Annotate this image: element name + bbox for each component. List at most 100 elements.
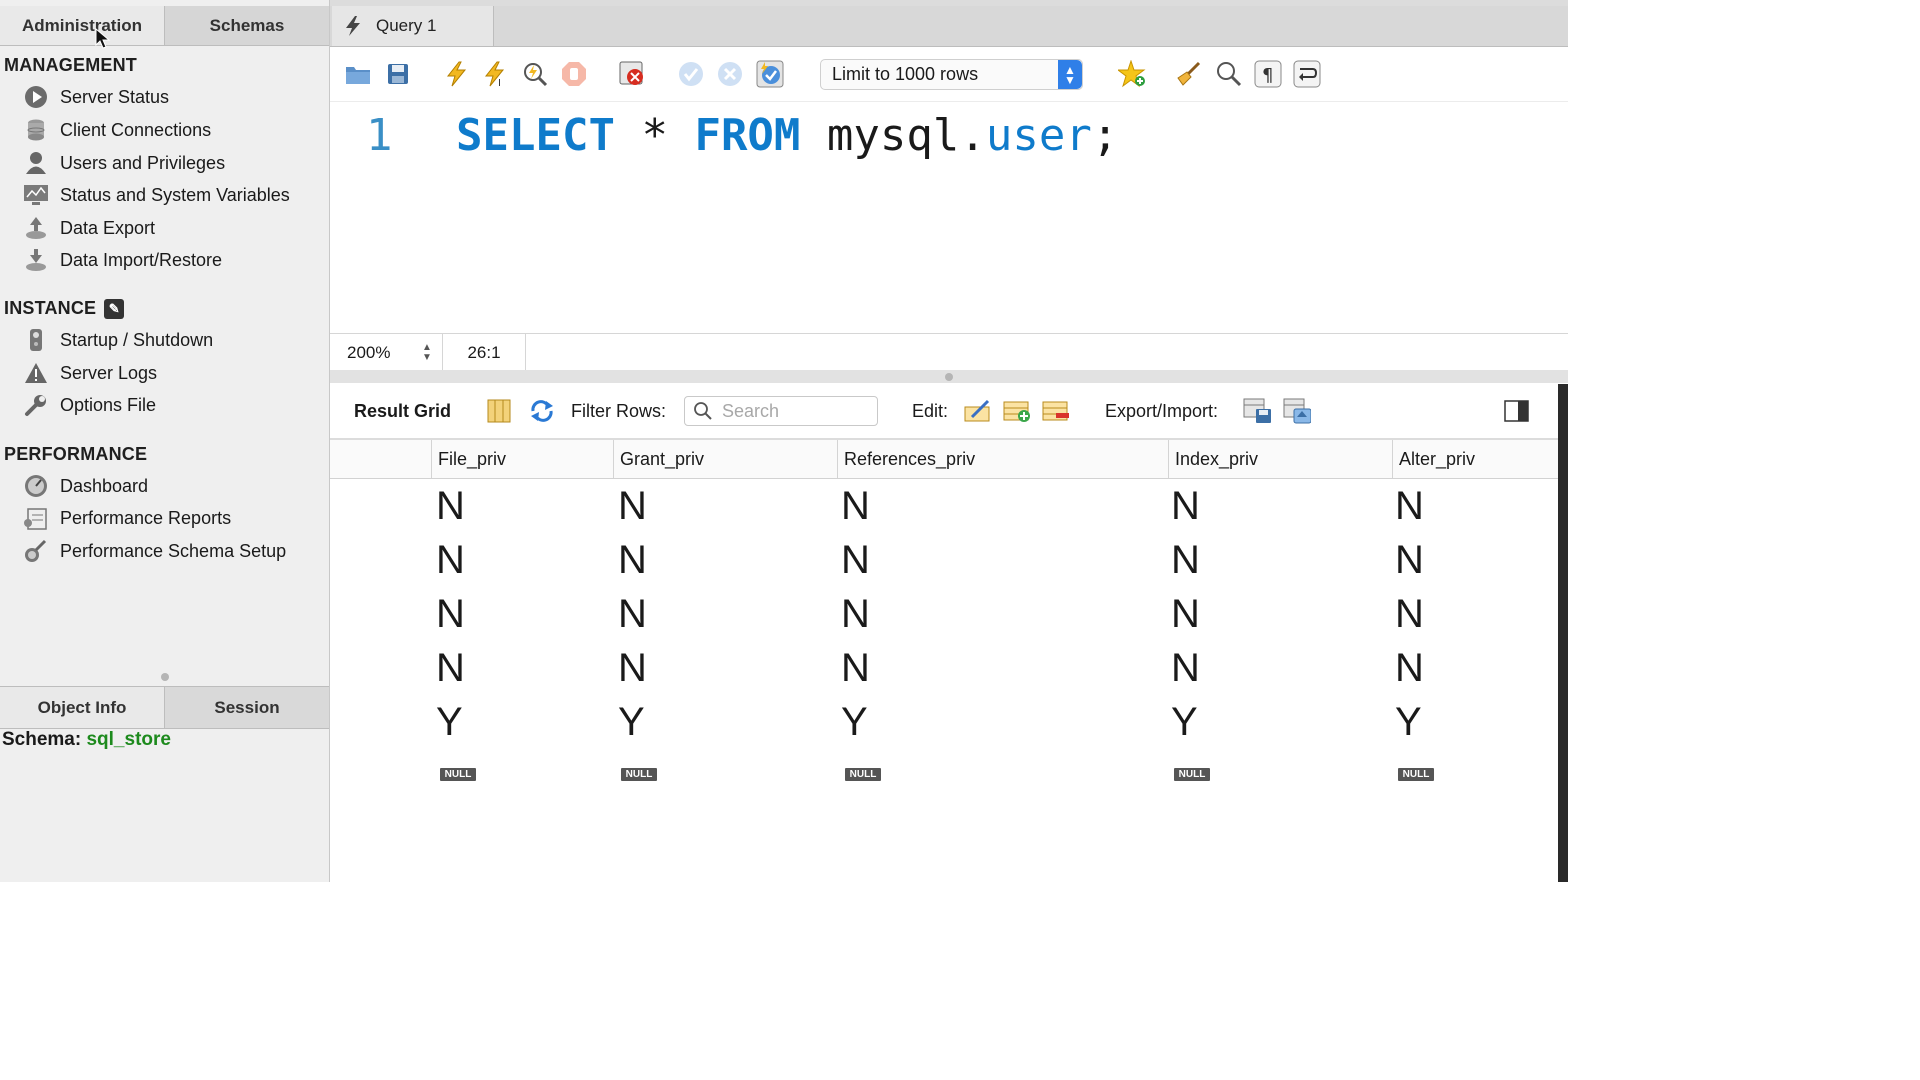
edit-row-icon[interactable] [964, 397, 992, 425]
grid-cell[interactable]: N [436, 538, 465, 583]
up-down-chevron-icon: ▲ ▼ [1058, 60, 1082, 89]
tab-query-1[interactable]: Query 1 [332, 6, 494, 46]
rollback-icon[interactable] [716, 60, 744, 88]
nav-label: Server Status [60, 86, 170, 107]
null-placeholder[interactable]: NULL [1398, 768, 1434, 781]
find-icon[interactable] [1215, 60, 1243, 88]
grid-cell[interactable]: N [436, 646, 465, 691]
zoom-value: 200% [347, 342, 391, 362]
nav-server-status[interactable]: Server Status [22, 82, 169, 112]
nav-label: Options File [60, 394, 157, 415]
nav-users-privileges[interactable]: Users and Privileges [22, 148, 225, 178]
column-header[interactable]: Index_priv [1168, 440, 1392, 478]
result-grid-label[interactable]: Result Grid [354, 401, 451, 422]
grid-cell[interactable]: N [436, 484, 465, 529]
grid-cell[interactable]: N [841, 646, 870, 691]
nav-startup-shutdown[interactable]: Startup / Shutdown [22, 325, 213, 355]
grid-layout-icon[interactable] [485, 397, 513, 425]
sql-code-line[interactable]: SELECT * FROM mysql.user; [456, 110, 1118, 161]
navigator-splitter[interactable] [0, 670, 329, 684]
grid-cell[interactable]: N [1171, 646, 1200, 691]
grid-cell[interactable]: Y [1395, 700, 1422, 745]
sql-editor[interactable]: 1 SELECT * FROM mysql.user; [330, 102, 1568, 332]
nav-options-file[interactable]: Options File [22, 390, 156, 420]
grid-cell[interactable]: N [436, 592, 465, 637]
delete-row-icon[interactable] [1042, 397, 1070, 425]
nav-server-logs[interactable]: Server Logs [22, 358, 157, 388]
limit-rows-select[interactable]: Limit to 1000 rows ▲ ▼ [820, 59, 1083, 90]
invisible-chars-icon[interactable]: ¶ [1254, 60, 1282, 88]
grid-cell[interactable]: N [618, 646, 647, 691]
grid-cell[interactable]: N [618, 538, 647, 583]
grid-cell[interactable]: Y [436, 700, 463, 745]
edit-label: Edit: [912, 401, 949, 421]
grid-cell[interactable]: Y [1171, 700, 1198, 745]
execute-icon[interactable] [442, 60, 470, 88]
execute-current-icon[interactable]: I [481, 60, 509, 88]
splitter-handle[interactable] [945, 372, 953, 381]
nav-data-export[interactable]: Data Export [22, 213, 155, 243]
commit-icon[interactable] [677, 60, 705, 88]
export-icon[interactable] [1243, 397, 1271, 425]
gauge-wrench-icon [22, 538, 50, 564]
tab-administration[interactable]: Administration [0, 6, 165, 45]
refresh-icon[interactable] [528, 397, 556, 425]
tab-session[interactable]: Session [165, 687, 329, 728]
limit-rows-value: Limit to 1000 rows [832, 64, 979, 84]
column-header[interactable]: References_priv [837, 440, 1168, 478]
schema-identifier: mysql [826, 110, 960, 161]
autocommit-icon[interactable] [756, 60, 784, 88]
tab-object-info[interactable]: Object Info [0, 687, 165, 728]
grid-cell[interactable]: N [841, 484, 870, 529]
result-grid[interactable]: File_priv Grant_priv References_priv Ind… [330, 440, 1558, 882]
schema-info: Schema: sql_store [2, 729, 171, 751]
grid-cell[interactable]: N [1395, 646, 1424, 691]
grid-cell[interactable]: Y [618, 700, 645, 745]
grid-cell[interactable]: N [1395, 484, 1424, 529]
nav-dashboard[interactable]: Dashboard [22, 471, 148, 501]
null-placeholder[interactable]: NULL [845, 768, 881, 781]
zoom-select[interactable]: 200% ▲ ▼ [330, 334, 443, 371]
bookmark-icon[interactable] [1118, 60, 1146, 88]
grid-cell[interactable]: N [1171, 538, 1200, 583]
null-placeholder[interactable]: NULL [1174, 768, 1210, 781]
filter-search-box[interactable] [684, 396, 878, 426]
nav-performance-reports[interactable]: Performance Reports [22, 503, 231, 533]
nav-data-import[interactable]: Data Import/Restore [22, 245, 222, 275]
null-placeholder[interactable]: NULL [440, 768, 476, 781]
grid-cell[interactable]: N [841, 538, 870, 583]
filter-search-input[interactable] [720, 399, 864, 423]
grid-cell[interactable]: N [1395, 538, 1424, 583]
explain-icon[interactable] [521, 60, 549, 88]
grid-cell[interactable]: N [1171, 484, 1200, 529]
toggle-error-icon[interactable] [618, 60, 646, 88]
nav-label: Users and Privileges [60, 152, 226, 173]
grid-cell[interactable]: N [618, 484, 647, 529]
grid-cell[interactable]: N [841, 592, 870, 637]
save-icon[interactable] [384, 60, 412, 88]
grid-cell[interactable]: N [1395, 592, 1424, 637]
toggle-side-panel-icon[interactable] [1503, 397, 1531, 425]
instance-settings-icon[interactable]: ✎ [104, 299, 125, 320]
wrap-icon[interactable] [1293, 60, 1321, 88]
column-header[interactable]: Grant_priv [613, 440, 837, 478]
tab-schemas[interactable]: Schemas [165, 6, 329, 45]
stop-icon[interactable] [560, 60, 588, 88]
nav-label: Data Export [60, 217, 156, 238]
nav-client-connections[interactable]: Client Connections [22, 115, 211, 145]
grid-cell[interactable]: Y [841, 700, 868, 745]
nav-status-variables[interactable]: Status and System Variables [22, 180, 290, 210]
import-icon[interactable] [1283, 397, 1311, 425]
beautify-icon[interactable] [1175, 60, 1203, 88]
editor-result-splitter[interactable] [330, 370, 1568, 383]
add-row-icon[interactable] [1003, 397, 1031, 425]
splitter-handle[interactable] [160, 673, 169, 681]
nav-performance-schema-setup[interactable]: Performance Schema Setup [22, 536, 286, 566]
column-header[interactable]: File_priv [431, 440, 613, 478]
null-placeholder[interactable]: NULL [621, 768, 657, 781]
open-folder-icon[interactable] [344, 60, 372, 88]
instance-title: INSTANCE [4, 298, 97, 318]
grid-cell[interactable]: N [618, 592, 647, 637]
grid-cell[interactable]: N [1171, 592, 1200, 637]
column-header[interactable]: Alter_priv [1392, 440, 1558, 478]
